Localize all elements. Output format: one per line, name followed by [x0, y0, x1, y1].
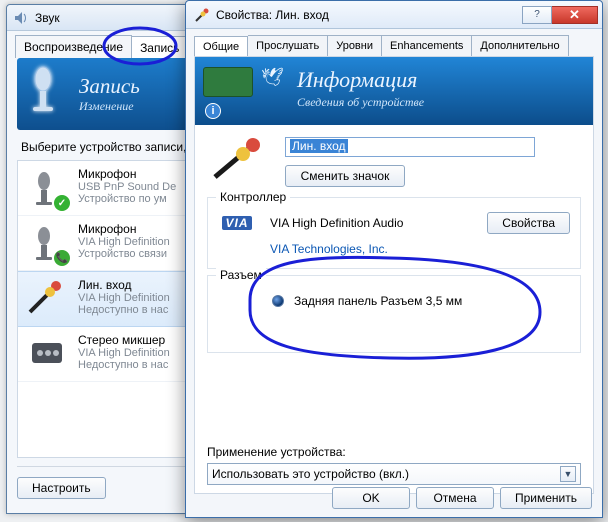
change-icon-button[interactable]: Сменить значок: [285, 165, 405, 187]
configure-button[interactable]: Настроить: [17, 477, 106, 499]
line-in-large-icon: [209, 137, 271, 183]
controller-group: Контроллер VIA VIA High Definition Audio…: [207, 197, 581, 269]
cancel-button[interactable]: Отмена: [416, 487, 494, 509]
properties-button-row: OK Отмена Применить: [332, 487, 592, 509]
ok-button[interactable]: OK: [332, 487, 410, 509]
tab-advanced[interactable]: Дополнительно: [472, 35, 568, 56]
device-name: Лин. вход: [78, 278, 170, 292]
tab-listen[interactable]: Прослушать: [248, 35, 328, 56]
speaker-icon: [13, 10, 29, 26]
microphone-icon: 📞: [26, 222, 68, 264]
properties-window: Свойства: Лин. вход ? ✕ Общие Прослушать…: [185, 0, 603, 518]
chevron-down-icon[interactable]: ▼: [560, 466, 576, 482]
info-badge-icon: i: [205, 103, 221, 119]
usage-label: Применение устройства:: [207, 445, 581, 459]
sound-card-icon: [203, 67, 253, 97]
microphone-icon: ✓: [26, 167, 68, 209]
device-status: Недоступно в нас: [78, 304, 170, 316]
device-name-input[interactable]: Лин. вход: [285, 137, 535, 157]
jack-color-icon: [272, 295, 284, 307]
status-default-icon: ✓: [54, 195, 70, 211]
jack-legend: Разъем: [216, 268, 266, 282]
help-button[interactable]: ?: [522, 6, 552, 24]
mixer-icon: [26, 333, 68, 375]
line-in-icon: [194, 7, 210, 23]
properties-tabs: Общие Прослушать Уровни Enhancements Доп…: [186, 29, 602, 56]
properties-titlebar[interactable]: Свойства: Лин. вход ? ✕: [186, 1, 602, 29]
apply-button[interactable]: Применить: [500, 487, 592, 509]
device-driver: VIA High Definition: [78, 236, 170, 248]
info-banner: i 🕊 Информация Сведения об устройстве: [195, 57, 593, 125]
line-in-icon: [26, 278, 68, 320]
device-status: Устройство связи: [78, 248, 170, 260]
properties-title: Свойства: Лин. вход: [216, 8, 516, 22]
dove-icon: 🕊: [261, 67, 284, 88]
close-button[interactable]: ✕: [552, 6, 598, 24]
status-connected-icon: 📞: [54, 250, 70, 266]
tab-playback[interactable]: Воспроизведение: [15, 35, 132, 58]
controller-name: VIA High Definition Audio: [270, 216, 473, 230]
controller-legend: Контроллер: [216, 190, 290, 204]
device-status: Недоступно в нас: [78, 359, 170, 371]
tab-levels[interactable]: Уровни: [328, 35, 382, 56]
usage-value: Использовать это устройство (вкл.): [212, 467, 409, 481]
jack-location: Задняя панель Разъем 3,5 мм: [294, 294, 462, 308]
general-panel: i 🕊 Информация Сведения об устройстве Ли…: [194, 56, 594, 494]
device-driver: USB PnP Sound De: [78, 181, 176, 193]
device-status: Устройство по ум: [78, 193, 176, 205]
usage-select[interactable]: Использовать это устройство (вкл.) ▼: [207, 463, 581, 485]
banner-title: Запись: [79, 74, 140, 98]
microphone-icon: [27, 65, 67, 124]
device-driver: VIA High Definition: [78, 292, 170, 304]
via-logo-icon: VIA: [218, 212, 256, 234]
tab-enhancements[interactable]: Enhancements: [382, 35, 472, 56]
device-name: Стерео микшер: [78, 333, 170, 347]
sound-title: Звук: [35, 11, 60, 25]
manufacturer-link[interactable]: VIA Technologies, Inc.: [270, 242, 388, 256]
device-driver: VIA High Definition: [78, 347, 170, 359]
info-banner-title: Информация: [297, 67, 417, 92]
controller-properties-button[interactable]: Свойства: [487, 212, 570, 234]
device-name: Микрофон: [78, 167, 176, 181]
device-name: Микрофон: [78, 222, 170, 236]
info-banner-subtitle: Сведения об устройстве: [297, 95, 581, 110]
tab-record[interactable]: Запись: [132, 36, 188, 59]
jack-group: Разъем Задняя панель Разъем 3,5 мм: [207, 275, 581, 353]
tab-general[interactable]: Общие: [194, 36, 248, 57]
banner-subtitle: Изменение: [79, 99, 140, 114]
